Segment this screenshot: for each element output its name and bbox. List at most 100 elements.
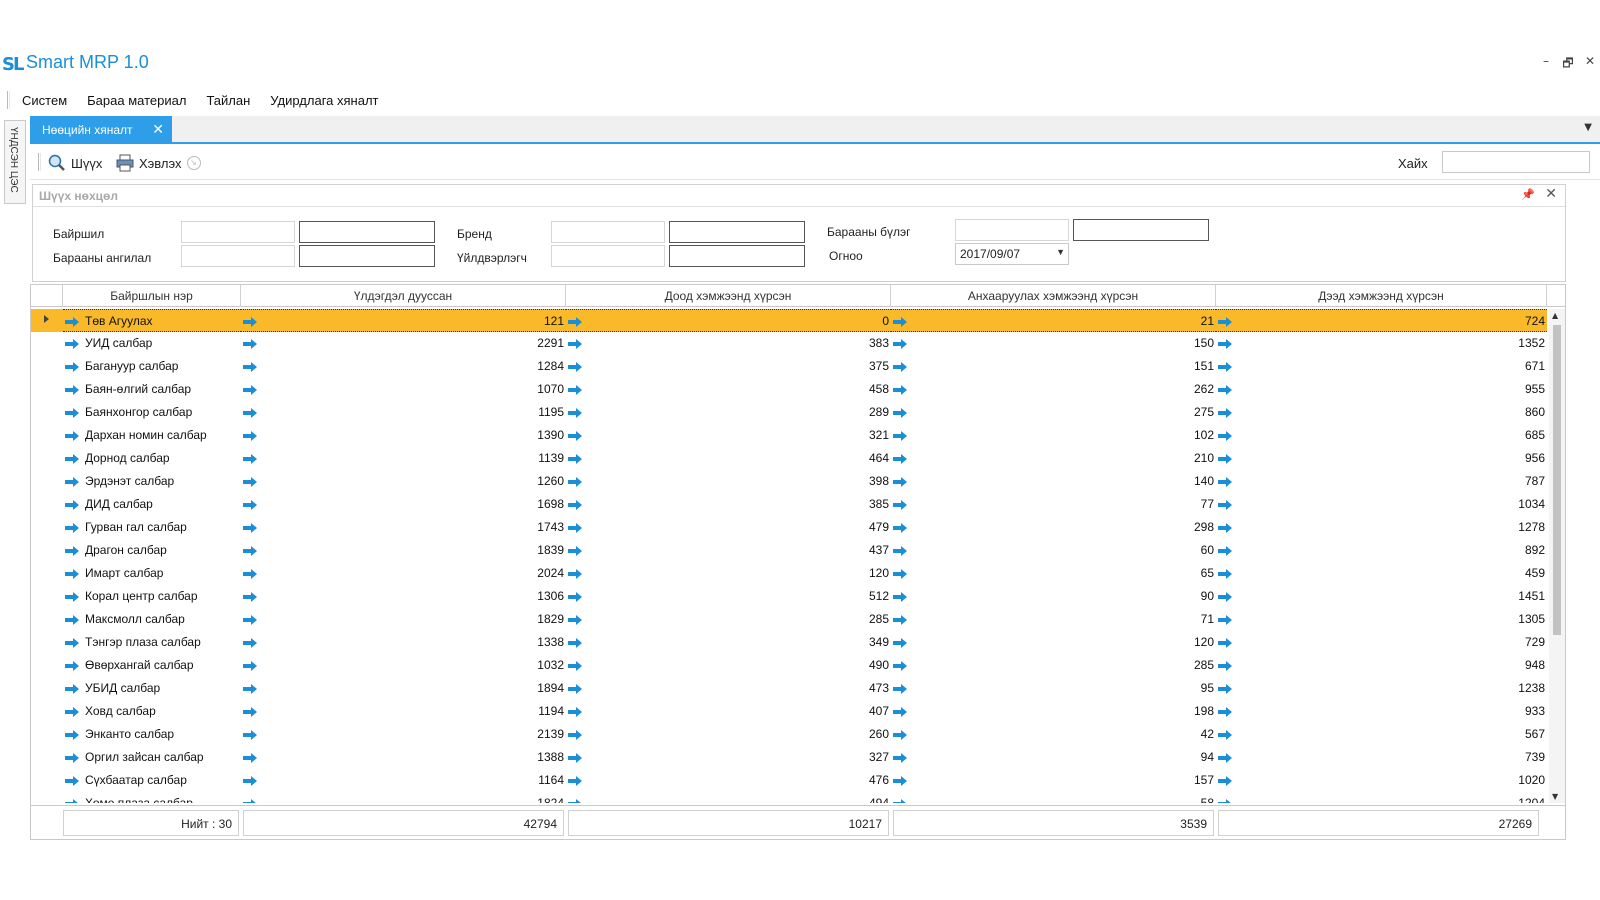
print-button[interactable]: Хэвлэх ↘ <box>116 154 201 172</box>
cell-max-reached[interactable]: 860 <box>1216 401 1547 424</box>
cell-location-name[interactable]: Дорнод салбар <box>63 447 241 470</box>
cell-location-name[interactable]: ДИД салбар <box>63 493 241 516</box>
cell-max-reached[interactable]: 724 <box>1216 309 1547 332</box>
cell-out-of-stock[interactable]: 2139 <box>241 723 566 746</box>
cell-max-reached[interactable]: 671 <box>1216 355 1547 378</box>
cell-min-reached[interactable]: 494 <box>566 792 891 803</box>
cell-max-reached[interactable]: 685 <box>1216 424 1547 447</box>
location-name-field[interactable] <box>299 221 435 243</box>
cell-warning-reached[interactable]: 140 <box>891 470 1216 493</box>
scroll-thumb[interactable] <box>1553 325 1561 635</box>
menu-item-management[interactable]: Удирдлага хяналт <box>270 93 378 108</box>
cell-warning-reached[interactable]: 95 <box>891 677 1216 700</box>
cell-out-of-stock[interactable]: 1698 <box>241 493 566 516</box>
cell-location-name[interactable]: УБИД салбар <box>63 677 241 700</box>
cell-out-of-stock[interactable]: 1195 <box>241 401 566 424</box>
menu-item-system[interactable]: Систем <box>22 93 67 108</box>
cell-max-reached[interactable]: 1034 <box>1216 493 1547 516</box>
cell-out-of-stock[interactable]: 2291 <box>241 332 566 355</box>
cell-location-name[interactable]: Багануур салбар <box>63 355 241 378</box>
cell-warning-reached[interactable]: 77 <box>891 493 1216 516</box>
cell-min-reached[interactable]: 476 <box>566 769 891 792</box>
table-row[interactable]: Сүхбаатар салбар 1164 476 157 1020 <box>31 769 1547 792</box>
cell-min-reached[interactable]: 437 <box>566 539 891 562</box>
cell-warning-reached[interactable]: 150 <box>891 332 1216 355</box>
cell-location-name[interactable]: Корал центр салбар <box>63 585 241 608</box>
group-name-field[interactable] <box>1073 219 1209 241</box>
cell-location-name[interactable]: Ховд салбар <box>63 700 241 723</box>
cell-max-reached[interactable]: 1352 <box>1216 332 1547 355</box>
cell-warning-reached[interactable]: 262 <box>891 378 1216 401</box>
export-circle-icon[interactable]: ↘ <box>186 156 201 170</box>
table-row[interactable]: Дархан номин салбар 1390 321 102 685 <box>31 424 1547 447</box>
category-code-field[interactable] <box>181 245 295 267</box>
manufacturer-name-field[interactable] <box>669 245 805 267</box>
cell-min-reached[interactable]: 349 <box>566 631 891 654</box>
cell-out-of-stock[interactable]: 1743 <box>241 516 566 539</box>
table-row[interactable]: Максмолл салбар 1829 285 71 1305 <box>31 608 1547 631</box>
table-row[interactable]: ДИД салбар 1698 385 77 1034 <box>31 493 1547 516</box>
cell-min-reached[interactable]: 398 <box>566 470 891 493</box>
group-code-field[interactable] <box>955 219 1069 241</box>
cell-location-name[interactable]: Максмолл салбар <box>63 608 241 631</box>
cell-min-reached[interactable]: 407 <box>566 700 891 723</box>
cell-warning-reached[interactable]: 94 <box>891 746 1216 769</box>
category-name-field[interactable] <box>299 245 435 267</box>
scroll-down-icon[interactable]: ▼ <box>1552 792 1558 801</box>
cell-out-of-stock[interactable]: 1338 <box>241 631 566 654</box>
table-row[interactable]: Төв Агуулах 121 0 21 724 <box>31 309 1547 332</box>
cell-max-reached[interactable]: 739 <box>1216 746 1547 769</box>
cell-warning-reached[interactable]: 21 <box>891 309 1216 332</box>
cell-out-of-stock[interactable]: 1839 <box>241 539 566 562</box>
date-dropdown-icon[interactable]: ▼ <box>1056 247 1065 257</box>
cell-out-of-stock[interactable]: 1894 <box>241 677 566 700</box>
table-row[interactable]: УБИД салбар 1894 473 95 1238 <box>31 677 1547 700</box>
cell-max-reached[interactable]: 459 <box>1216 562 1547 585</box>
cell-warning-reached[interactable]: 298 <box>891 516 1216 539</box>
cell-out-of-stock[interactable]: 2024 <box>241 562 566 585</box>
brand-code-field[interactable] <box>551 221 665 243</box>
cell-location-name[interactable]: Имарт салбар <box>63 562 241 585</box>
location-code-field[interactable] <box>181 221 295 243</box>
table-row[interactable]: Баян-өлгий салбар 1070 458 262 955 <box>31 378 1547 401</box>
cell-max-reached[interactable]: 1305 <box>1216 608 1547 631</box>
date-picker[interactable]: 2017/09/07 ▼ <box>955 243 1069 265</box>
cell-min-reached[interactable]: 327 <box>566 746 891 769</box>
restore-icon[interactable]: 🗗 <box>1562 54 1574 75</box>
cell-location-name[interactable]: Энканто салбар <box>63 723 241 746</box>
cell-out-of-stock[interactable]: 1284 <box>241 355 566 378</box>
cell-min-reached[interactable]: 289 <box>566 401 891 424</box>
minimize-icon[interactable]: – <box>1540 54 1552 75</box>
cell-location-name[interactable]: Сүхбаатар салбар <box>63 769 241 792</box>
cell-warning-reached[interactable]: 275 <box>891 401 1216 424</box>
cell-max-reached[interactable]: 1238 <box>1216 677 1547 700</box>
cell-location-name[interactable]: Драгон салбар <box>63 539 241 562</box>
cell-min-reached[interactable]: 375 <box>566 355 891 378</box>
cell-location-name[interactable]: Гурван гал салбар <box>63 516 241 539</box>
cell-out-of-stock[interactable]: 1824 <box>241 792 566 803</box>
cell-min-reached[interactable]: 473 <box>566 677 891 700</box>
filter-button[interactable]: Шүүх <box>48 154 102 172</box>
table-row[interactable]: Баянхонгор салбар 1195 289 275 860 <box>31 401 1547 424</box>
cell-max-reached[interactable]: 1204 <box>1216 792 1547 803</box>
cell-location-name[interactable]: Дархан номин салбар <box>63 424 241 447</box>
cell-location-name[interactable]: Оргил зайсан салбар <box>63 746 241 769</box>
cell-warning-reached[interactable]: 58 <box>891 792 1216 803</box>
cell-max-reached[interactable]: 1451 <box>1216 585 1547 608</box>
table-row[interactable]: Корал центр салбар 1306 512 90 1451 <box>31 585 1547 608</box>
tab-stock-control[interactable]: Нөөцийн хяналт ✕ <box>30 116 172 144</box>
pin-icon[interactable]: 📌 <box>1521 188 1535 201</box>
cell-max-reached[interactable]: 1020 <box>1216 769 1547 792</box>
cell-location-name[interactable]: УИД салбар <box>63 332 241 355</box>
cell-warning-reached[interactable]: 65 <box>891 562 1216 585</box>
cell-min-reached[interactable]: 321 <box>566 424 891 447</box>
cell-min-reached[interactable]: 0 <box>566 309 891 332</box>
table-row[interactable]: Хоме плаза салбар 1824 494 58 1204 <box>31 792 1547 803</box>
column-header-out-of-stock[interactable]: Үлдэгдэл дууссан <box>241 285 566 307</box>
cell-min-reached[interactable]: 464 <box>566 447 891 470</box>
cell-warning-reached[interactable]: 90 <box>891 585 1216 608</box>
close-window-icon[interactable]: ✕ <box>1584 54 1596 75</box>
cell-warning-reached[interactable]: 60 <box>891 539 1216 562</box>
table-row[interactable]: Өвөрхангай салбар 1032 490 285 948 <box>31 654 1547 677</box>
cell-min-reached[interactable]: 385 <box>566 493 891 516</box>
